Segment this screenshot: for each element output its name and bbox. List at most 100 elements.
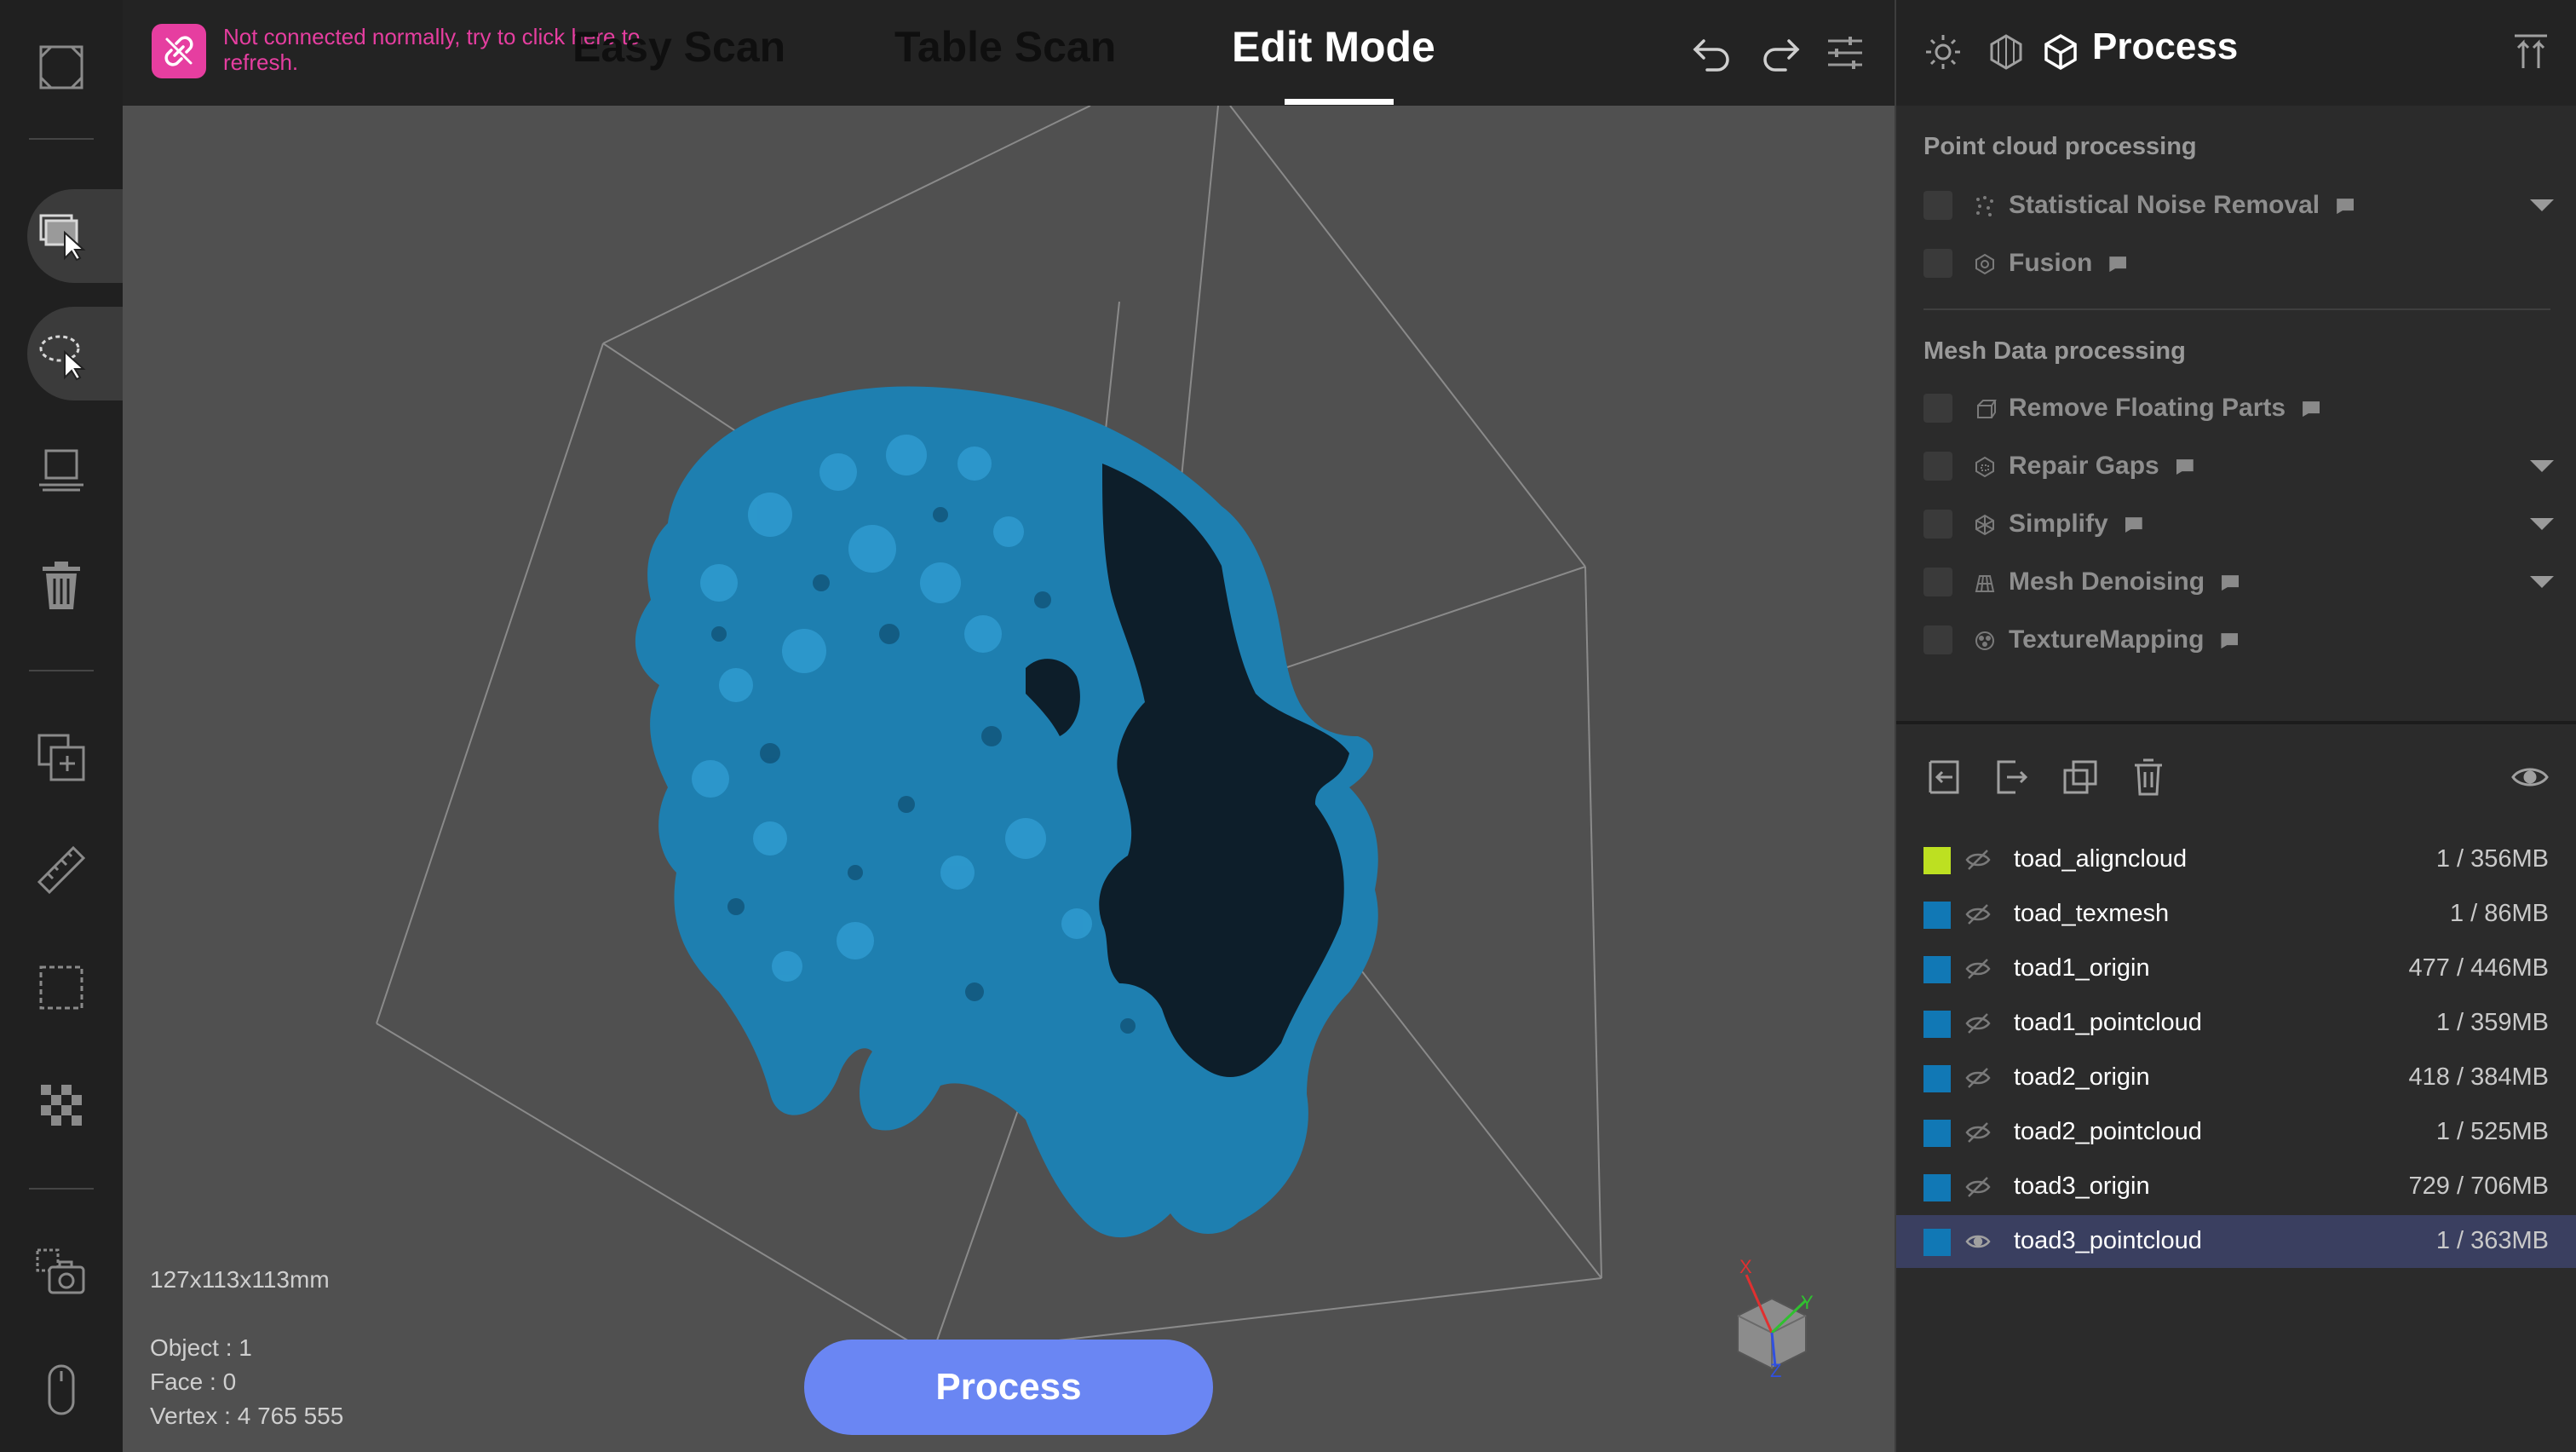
eye-hidden-icon[interactable] xyxy=(1964,957,1992,981)
process-button[interactable]: Process xyxy=(804,1340,1213,1435)
info-tooltip-icon[interactable] xyxy=(2221,633,2239,649)
floating-parts-icon xyxy=(1977,400,1997,418)
layer-color-swatch[interactable] xyxy=(1923,1229,1951,1256)
texture-mapping-label: TextureMapping xyxy=(2009,625,2205,654)
add-layer-icon xyxy=(37,734,85,781)
eye-hidden-icon[interactable] xyxy=(1964,848,1992,872)
eye-hidden-icon[interactable] xyxy=(1964,1066,1992,1090)
select-tool-button[interactable] xyxy=(27,189,123,283)
snapshot-button[interactable] xyxy=(0,1227,123,1321)
layer-row[interactable]: toad3_origin 729 / 706MB xyxy=(1896,1161,2576,1213)
import-icon[interactable] xyxy=(1923,757,1964,798)
eye-hidden-icon[interactable] xyxy=(1964,902,1992,926)
layer-name: toad_aligncloud xyxy=(2014,845,2188,873)
layer-color-swatch[interactable] xyxy=(1923,1011,1951,1038)
process-item-simplify[interactable]: Simplify xyxy=(1923,503,2554,547)
orientation-gizmo[interactable]: X Y Z xyxy=(1737,1256,1814,1381)
chevron-down-icon[interactable] xyxy=(2530,199,2554,211)
process-item-remove-floating[interactable]: Remove Floating Parts xyxy=(1923,387,2554,431)
layer-row[interactable]: toad1_pointcloud 1 / 359MB xyxy=(1896,997,2576,1050)
crop-box-button[interactable] xyxy=(0,941,123,1034)
dimensions-readout: 127x113x113mm xyxy=(150,1266,330,1293)
process-item-repair-gaps[interactable]: Repair Gaps xyxy=(1923,445,2554,489)
info-tooltip-icon[interactable] xyxy=(2125,517,2142,533)
noise-removal-checkbox[interactable] xyxy=(1923,191,1952,220)
cube-icon[interactable] xyxy=(2039,31,2082,73)
section-divider xyxy=(1923,308,2550,310)
layer-name: toad1_origin xyxy=(2014,954,2150,982)
texture-icon[interactable] xyxy=(1985,31,2027,73)
scanned-model[interactable] xyxy=(635,386,1378,1238)
info-tooltip-icon[interactable] xyxy=(2303,401,2320,418)
texture-toggle-button[interactable] xyxy=(0,1058,123,1152)
trash-icon[interactable] xyxy=(2128,757,2169,798)
layer-row[interactable]: toad1_origin 477 / 446MB xyxy=(1896,942,2576,995)
info-tooltip-icon[interactable] xyxy=(2176,459,2194,475)
texture-mapping-checkbox[interactable] xyxy=(1923,625,1952,654)
settings-sliders-icon[interactable] xyxy=(1821,29,1869,77)
mouse-mode-button[interactable] xyxy=(0,1343,123,1437)
reconnect-button[interactable] xyxy=(152,24,206,78)
chevron-down-icon[interactable] xyxy=(2530,518,2554,530)
mesh-denoising-checkbox[interactable] xyxy=(1923,568,1952,596)
repair-gaps-checkbox[interactable] xyxy=(1923,452,1952,481)
fit-view-button[interactable] xyxy=(0,20,123,114)
layer-row[interactable]: toad_aligncloud 1 / 356MB xyxy=(1896,833,2576,886)
layer-name: toad_texmesh xyxy=(2014,900,2170,927)
simplify-checkbox[interactable] xyxy=(1923,510,1952,539)
texture-mapping-icon xyxy=(1975,631,1994,650)
layer-color-swatch[interactable] xyxy=(1923,1065,1951,1092)
layer-row-selected[interactable]: toad3_pointcloud 1 / 363MB xyxy=(1896,1215,2576,1268)
chevron-down-icon[interactable] xyxy=(2530,460,2554,472)
fusion-checkbox[interactable] xyxy=(1923,249,1952,278)
export-icon[interactable] xyxy=(1992,757,2033,798)
active-tab-indicator xyxy=(1285,99,1394,105)
tab-edit-mode[interactable]: Edit Mode xyxy=(1232,22,1435,72)
chevron-down-icon[interactable] xyxy=(2530,576,2554,588)
info-tooltip-icon[interactable] xyxy=(2337,199,2355,215)
simplify-label: Simplify xyxy=(2009,510,2108,538)
process-item-fusion[interactable]: Fusion xyxy=(1923,242,2554,286)
panel-splitter[interactable] xyxy=(1896,721,2576,724)
delete-tool-button[interactable] xyxy=(0,539,123,632)
process-item-texture-mapping[interactable]: TextureMapping xyxy=(1923,619,2554,663)
process-item-noise-removal[interactable]: Statistical Noise Removal xyxy=(1923,184,2554,228)
lasso-select-icon xyxy=(39,335,86,381)
tab-easy-scan[interactable]: Easy Scan xyxy=(572,22,785,72)
eye-icon[interactable] xyxy=(1964,1230,1992,1253)
point-cloud-section-title: Point cloud processing xyxy=(1923,133,2197,160)
info-tooltip-icon[interactable] xyxy=(2109,256,2127,273)
axis-z-label: Z xyxy=(1770,1360,1781,1381)
measure-button[interactable] xyxy=(0,823,123,917)
layer-row[interactable]: toad_texmesh 1 / 86MB xyxy=(1896,888,2576,941)
layer-color-swatch[interactable] xyxy=(1923,902,1951,929)
remove-floating-checkbox[interactable] xyxy=(1923,394,1952,423)
add-layer-button[interactable] xyxy=(0,711,123,804)
3d-viewport[interactable]: X Y Z 127x113x113mm Object : 1 Face : 0 … xyxy=(123,106,1895,1452)
process-item-mesh-denoising[interactable]: Mesh Denoising xyxy=(1923,561,2554,605)
eye-hidden-icon[interactable] xyxy=(1964,1011,1992,1035)
eye-hidden-icon[interactable] xyxy=(1964,1121,1992,1144)
tab-table-scan[interactable]: Table Scan xyxy=(894,22,1116,72)
plane-cut-button[interactable] xyxy=(0,421,123,515)
fit-view-icon xyxy=(39,45,83,89)
right-panel: Process Point cloud processing Statistic… xyxy=(1895,0,2576,1452)
axis-y-label: Y xyxy=(1801,1292,1814,1313)
panel-title: Process xyxy=(2092,26,2239,67)
sun-icon[interactable] xyxy=(1922,31,1964,73)
upload-icon[interactable] xyxy=(2510,31,2552,73)
layer-row[interactable]: toad2_pointcloud 1 / 525MB xyxy=(1896,1106,2576,1159)
layer-row[interactable]: toad2_origin 418 / 384MB xyxy=(1896,1052,2576,1104)
duplicate-icon[interactable] xyxy=(2060,757,2101,798)
info-tooltip-icon[interactable] xyxy=(2222,575,2240,591)
lasso-tool-button[interactable] xyxy=(27,307,123,400)
eye-hidden-icon[interactable] xyxy=(1964,1175,1992,1199)
layer-color-swatch[interactable] xyxy=(1923,1174,1951,1201)
layer-color-swatch[interactable] xyxy=(1923,847,1951,874)
layer-color-swatch[interactable] xyxy=(1923,1120,1951,1147)
undo-icon[interactable] xyxy=(1688,29,1736,77)
eye-icon[interactable] xyxy=(2510,757,2550,798)
redo-icon[interactable] xyxy=(1757,29,1804,77)
layer-color-swatch[interactable] xyxy=(1923,956,1951,983)
scene-canvas[interactable]: X Y Z xyxy=(123,106,1895,1452)
